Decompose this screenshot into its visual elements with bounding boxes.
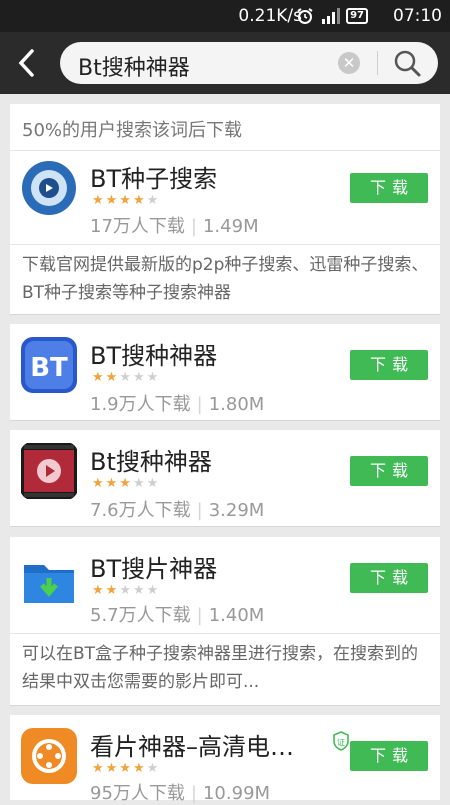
app-name[interactable]: 看片神器–高清电… <box>90 727 294 762</box>
app-meta: 17万人下载 | 1.49M <box>90 216 259 237</box>
shield-icon: 证 <box>333 731 349 751</box>
status-bar: 0.21K/s 97 07:10 <box>0 0 450 32</box>
download-button[interactable]: 下载 <box>350 350 428 380</box>
download-count: 5.7万人下载 <box>90 605 191 626</box>
chevron-left-icon[interactable] <box>12 46 42 80</box>
download-count: 95万人下载 <box>90 783 185 804</box>
list-item[interactable]: BT BT搜种神器 ★★★★★ 1.9万人下载 | 1.80M 下载 <box>10 324 440 421</box>
signal-icon <box>322 8 341 24</box>
rating-stars: ★★★★★ <box>92 370 161 385</box>
battery-indicator: 97 <box>346 8 368 24</box>
app-meta: 5.7万人下载 | 1.40M <box>90 605 265 626</box>
search-box[interactable]: Bt搜种神器 ✕ <box>60 42 438 84</box>
clock: 07:10 <box>393 6 442 26</box>
list-item[interactable]: Bt搜种神器 ★★★★★ 7.6万人下载 | 3.29M 下载 <box>10 430 440 527</box>
file-size: 1.80M <box>208 394 265 415</box>
file-size: 3.29M <box>208 500 265 521</box>
svg-text:BT: BT <box>30 353 68 383</box>
download-button[interactable]: 下载 <box>350 456 428 486</box>
app-name[interactable]: Bt搜种神器 <box>90 442 212 477</box>
search-icon[interactable] <box>392 48 422 78</box>
svg-text:证: 证 <box>337 738 345 747</box>
file-size: 1.49M <box>202 216 259 237</box>
divider <box>377 51 378 75</box>
clear-icon[interactable]: ✕ <box>338 52 360 74</box>
network-speed: 0.21K/s <box>238 6 302 26</box>
list-item[interactable]: BT搜片神器 ★★★★★ 5.7万人下载 | 1.40M 下载 可以在BT盒子种子搜… <box>10 537 440 706</box>
file-size: 1.40M <box>208 605 265 626</box>
search-header: Bt搜种神器 ✕ <box>0 32 450 94</box>
rating-stars: ★★★★★ <box>92 761 161 776</box>
download-count: 7.6万人下载 <box>90 500 191 521</box>
app-icon[interactable] <box>20 551 78 609</box>
app-name[interactable]: BT种子搜索 <box>90 159 217 194</box>
app-icon[interactable]: BT <box>20 336 78 394</box>
app-meta: 95万人下载 | 10.99M <box>90 783 271 804</box>
download-button[interactable]: 下载 <box>350 741 428 771</box>
rating-stars: ★★★★★ <box>92 193 161 208</box>
app-meta: 7.6万人下载 | 3.29M <box>90 500 265 521</box>
app-meta: 1.9万人下载 | 1.80M <box>90 394 265 415</box>
search-input[interactable]: Bt搜种神器 <box>78 50 190 82</box>
alarm-icon <box>297 8 313 24</box>
app-description: 下载官网提供最新版的p2p种子搜索、迅雷种子搜索、BT种子搜索等种子搜索神器 <box>22 255 429 303</box>
rating-stars: ★★★★★ <box>92 583 161 598</box>
search-hint: 50%的用户搜索该词后下载 <box>22 120 243 141</box>
download-button[interactable]: 下载 <box>350 173 428 203</box>
app-description: 可以在BT盒子种子搜索神器里进行搜索，在搜索到的结果中双击您需要的影片即可... <box>22 644 419 692</box>
list-item[interactable]: 看片神器–高清电… 证 ★★★★★ 95万人下载 | 10.99M 下载 <box>10 715 440 804</box>
rating-stars: ★★★★★ <box>92 476 161 491</box>
file-size: 10.99M <box>202 783 271 804</box>
app-icon[interactable] <box>20 442 78 500</box>
download-count: 17万人下载 <box>90 216 185 237</box>
download-count: 1.9万人下载 <box>90 394 191 415</box>
app-icon[interactable] <box>20 727 78 785</box>
result-card: 50%的用户搜索该词后下载 BT种子搜索 ★★★★★ 17万人下载 | 1.49M … <box>10 104 440 315</box>
app-name[interactable]: BT搜片神器 <box>90 549 217 584</box>
app-name[interactable]: BT搜种神器 <box>90 336 217 371</box>
download-button[interactable]: 下载 <box>350 563 428 593</box>
app-icon[interactable] <box>20 159 78 217</box>
